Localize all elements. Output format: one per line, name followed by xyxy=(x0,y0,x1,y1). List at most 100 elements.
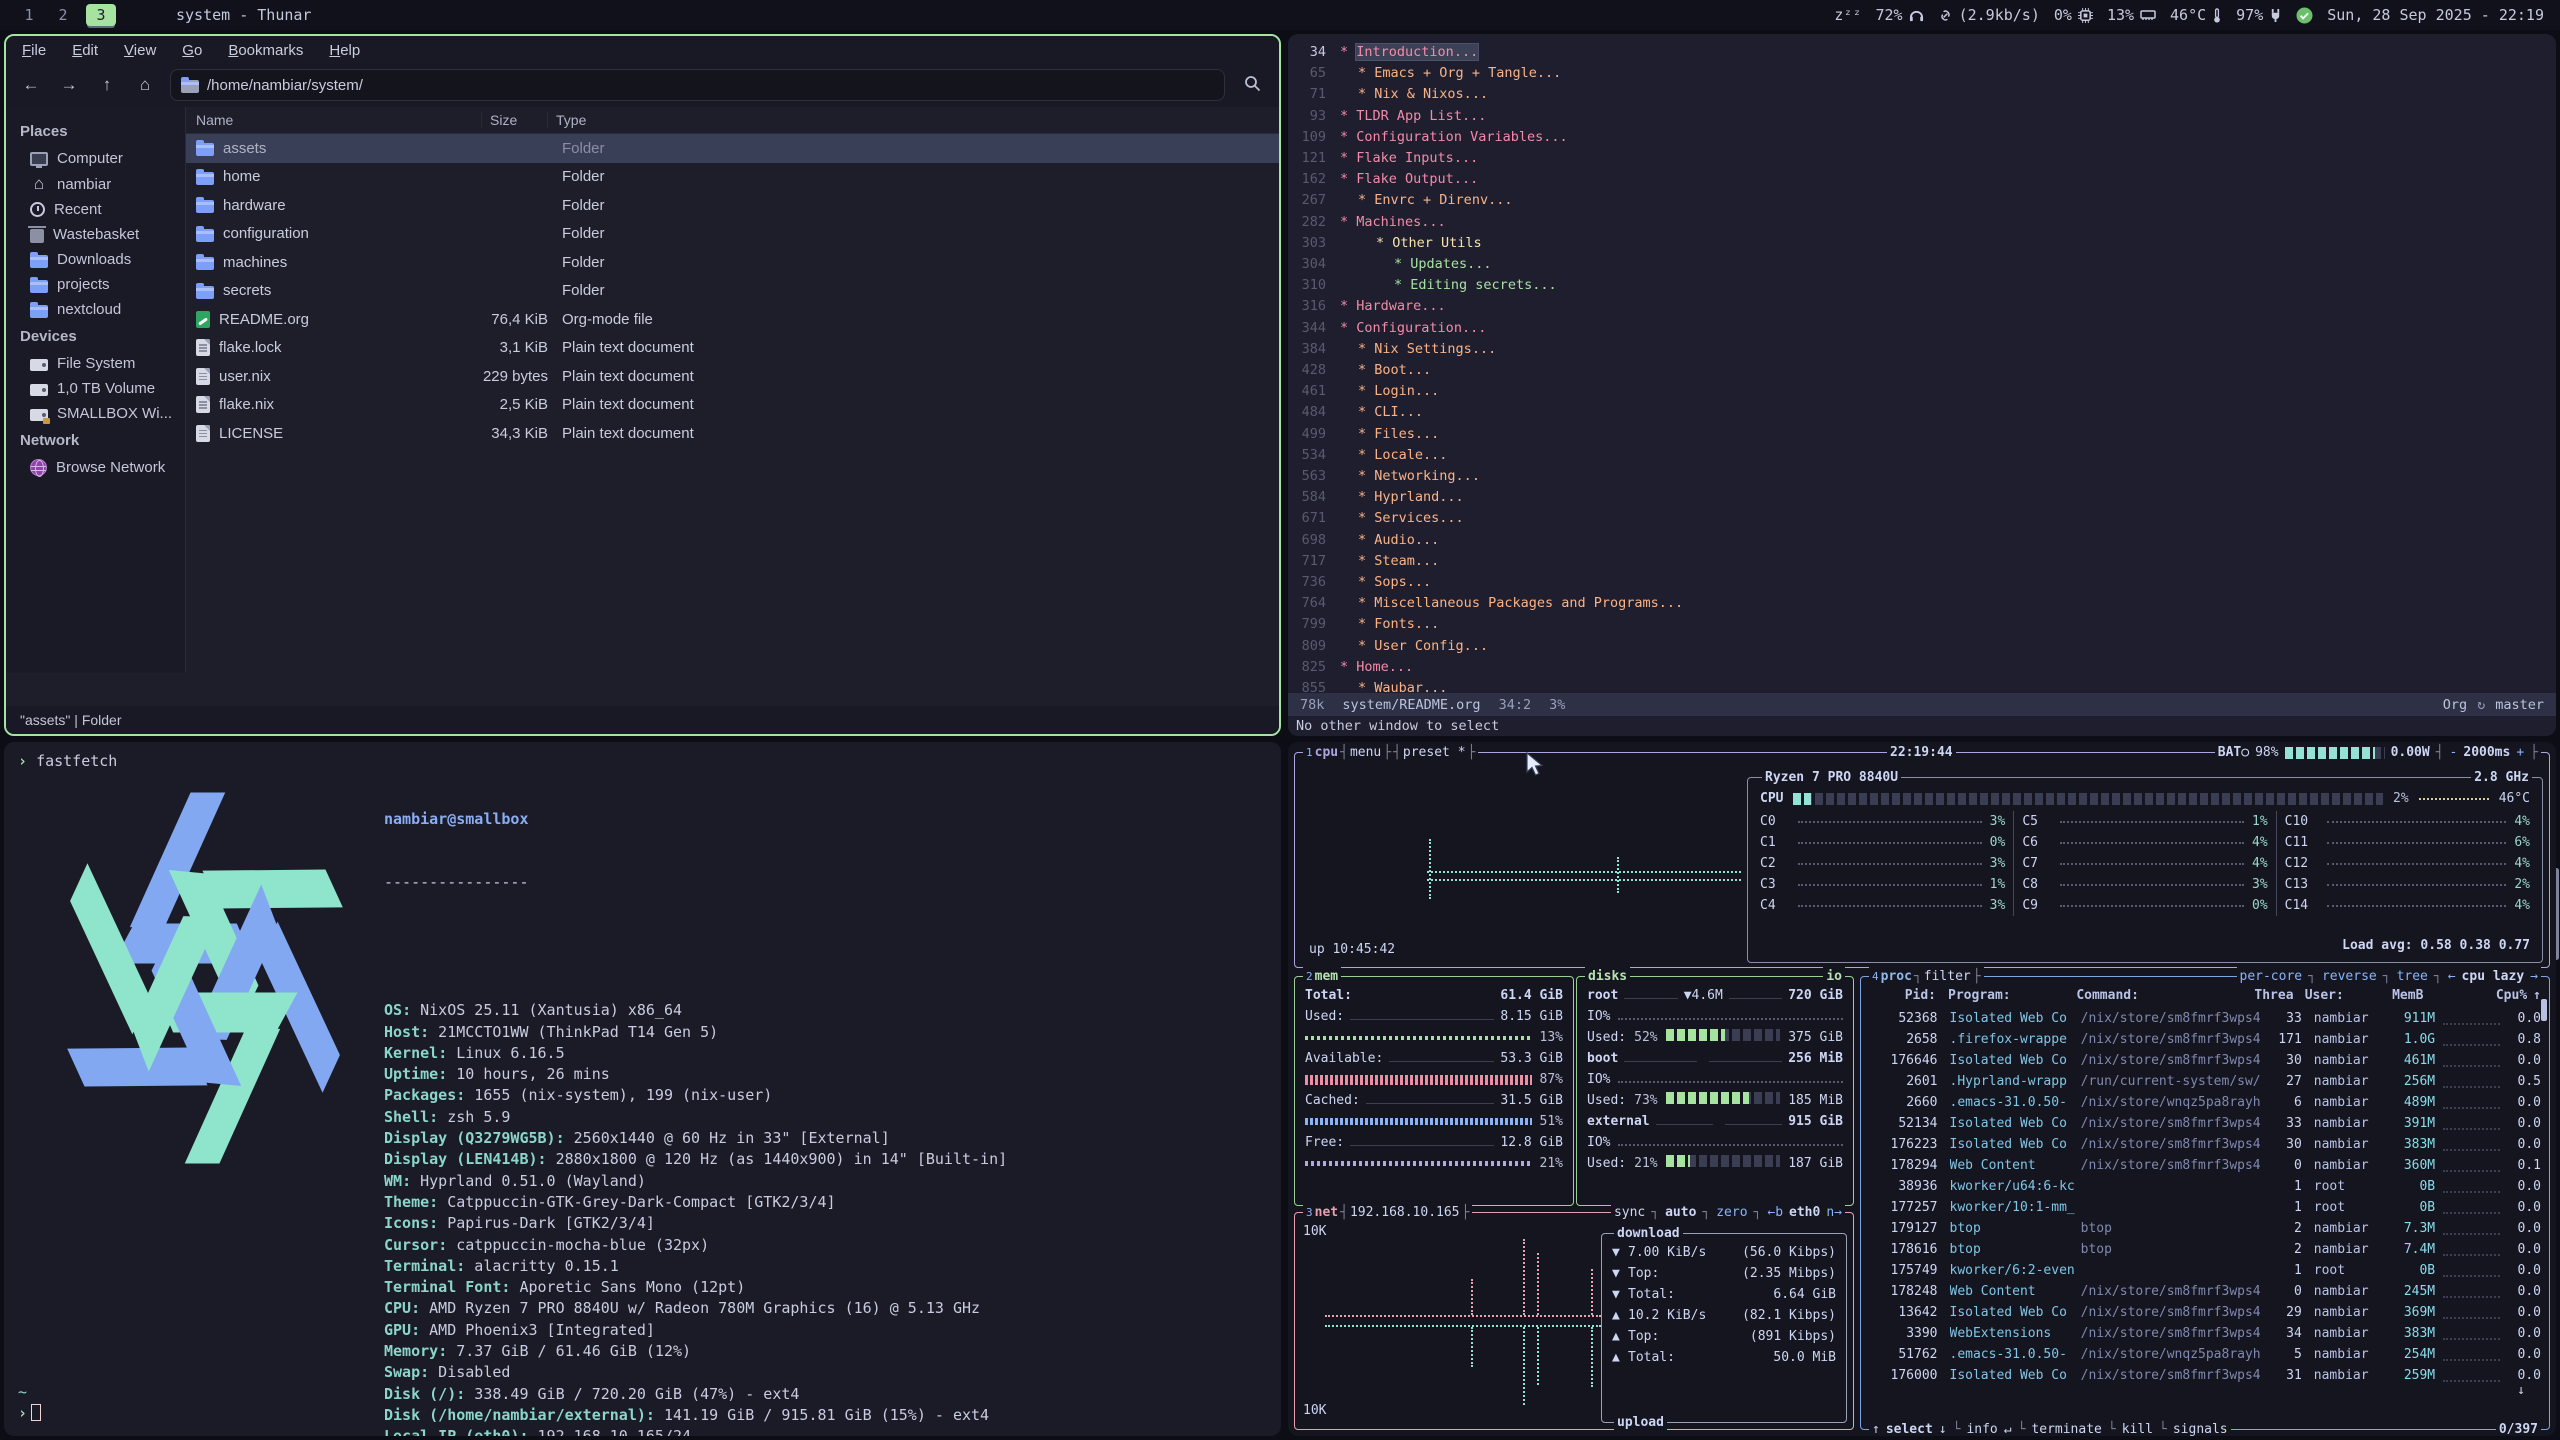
preset-button[interactable]: preset * xyxy=(1403,742,1466,763)
percore-button[interactable]: per-core xyxy=(2240,966,2303,987)
menu-item[interactable]: File xyxy=(22,42,46,59)
org-heading-line: 267 * Envrc + Direnv... xyxy=(1288,190,2556,211)
file-row[interactable]: flake.nix 2,5 KiB Plain text document xyxy=(186,391,1279,420)
header-user[interactable]: User: xyxy=(2305,985,2374,1006)
sidebar-item[interactable]: Downloads xyxy=(20,247,185,272)
process-row[interactable]: 176646 Isolated Web Co /nix/store/sm8fmr… xyxy=(1861,1050,2549,1071)
header-command[interactable]: Command: xyxy=(2076,985,2254,1006)
net-zero-button[interactable]: zero xyxy=(1716,1202,1747,1223)
process-row[interactable]: 177257 kworker/10:1-mm_ 1 root 0B 0.0 xyxy=(1861,1197,2549,1218)
tree-button[interactable]: tree xyxy=(2397,966,2428,987)
process-row[interactable]: 52368 Isolated Web Co /nix/store/sm8fmrf… xyxy=(1861,1008,2549,1029)
up-button[interactable]: ↑ xyxy=(94,75,120,95)
header-mem[interactable]: MemB xyxy=(2374,985,2424,1006)
back-button[interactable]: ← xyxy=(18,75,44,95)
sort-left-button[interactable]: ← xyxy=(2448,966,2456,987)
kill-action[interactable]: kill xyxy=(2122,1419,2153,1436)
network-link-icon[interactable] xyxy=(1938,8,1953,23)
column-type[interactable]: Type xyxy=(548,112,586,128)
sort-right-button[interactable]: → xyxy=(2530,966,2538,987)
file-row[interactable]: LICENSE 34,3 KiB Plain text document xyxy=(186,419,1279,448)
sidebar-item[interactable]: Browse Network xyxy=(20,455,185,480)
menu-item[interactable]: Bookmarks xyxy=(228,42,303,59)
process-row[interactable]: 179127 btop btop 2 nambiar 7.3M 0.0 xyxy=(1861,1218,2549,1239)
sidebar-item[interactable]: File System xyxy=(20,351,185,376)
process-row[interactable]: 13642 Isolated Web Co /nix/store/sm8fmrf… xyxy=(1861,1302,2549,1323)
process-row[interactable]: 178616 btop btop 2 nambiar 7.4M 0.0 xyxy=(1861,1239,2549,1260)
column-size[interactable]: Size xyxy=(482,112,548,128)
workspace-1[interactable]: 1 xyxy=(12,4,46,26)
core-row: C144% xyxy=(2285,895,2530,916)
disk-entry: boot256 MiB IO% Used:73%185 MiB xyxy=(1577,1048,1853,1111)
menu-button[interactable]: menu xyxy=(1350,742,1381,763)
process-row[interactable]: 2660 .emacs-31.0.50- /nix/store/wnqz5pa8… xyxy=(1861,1092,2549,1113)
process-row[interactable]: 2658 .firefox-wrappe /nix/store/sm8fmrf3… xyxy=(1861,1029,2549,1050)
terminate-action[interactable]: terminate xyxy=(2031,1419,2101,1436)
sidebar-item[interactable]: nextcloud xyxy=(20,297,185,322)
info-action[interactable]: info xyxy=(1966,1419,1997,1436)
filter-button[interactable]: filter xyxy=(1924,966,1971,987)
select-action[interactable]: select xyxy=(1886,1419,1933,1436)
forward-button[interactable]: → xyxy=(56,75,82,95)
file-icon xyxy=(196,229,214,242)
disks-io-label[interactable]: io xyxy=(1826,966,1842,987)
file-row[interactable]: README.org 76,4 KiB Org-mode file xyxy=(186,305,1279,334)
process-row[interactable]: 176223 Isolated Web Co /nix/store/sm8fmr… xyxy=(1861,1134,2549,1155)
path-text[interactable]: /home/nambiar/system/ xyxy=(207,77,363,94)
headphones-icon[interactable] xyxy=(1909,8,1924,23)
major-mode[interactable]: Org xyxy=(2443,697,2467,713)
interval-plus-button[interactable]: + xyxy=(2516,742,2524,763)
sidebar-item[interactable]: Computer xyxy=(20,146,185,171)
net-auto-button[interactable]: auto xyxy=(1665,1202,1696,1223)
sidebar-item[interactable]: SMALLBOX Wi... xyxy=(20,401,185,426)
process-row[interactable]: 38936 kworker/u64:6-kc 1 root 0B 0.0 xyxy=(1861,1176,2549,1197)
file-row[interactable]: home Folder xyxy=(186,163,1279,192)
column-name[interactable]: Name xyxy=(186,112,482,128)
process-row[interactable]: 176000 Isolated Web Co /nix/store/sm8fmr… xyxy=(1861,1365,2549,1386)
net-next-button[interactable]: n→ xyxy=(1826,1202,1842,1223)
menu-item[interactable]: View xyxy=(124,42,156,59)
file-row[interactable]: secrets Folder xyxy=(186,277,1279,306)
process-row[interactable]: 178248 Web Content /nix/store/sm8fmrf3wp… xyxy=(1861,1281,2549,1302)
sidebar-item[interactable]: ⌂ nambiar xyxy=(20,171,185,197)
net-prev-button[interactable]: ←b xyxy=(1767,1202,1783,1223)
sidebar-item[interactable]: projects xyxy=(20,272,185,297)
home-button[interactable]: ⌂ xyxy=(132,75,158,95)
file-row[interactable]: user.nix 229 bytes Plain text document xyxy=(186,362,1279,391)
idle-inhibit-icon[interactable]: zᶻᶻ xyxy=(1834,6,1861,24)
menu-item[interactable]: Go xyxy=(182,42,202,59)
path-bar[interactable]: /home/nambiar/system/ xyxy=(170,69,1225,101)
org-heading-line: 534 * Locale... xyxy=(1288,445,2556,466)
search-icon[interactable] xyxy=(1237,75,1267,96)
menu-item[interactable]: Help xyxy=(329,42,360,59)
file-row[interactable]: configuration Folder xyxy=(186,220,1279,249)
file-row[interactable]: machines Folder xyxy=(186,248,1279,277)
header-threads[interactable]: Threads: xyxy=(2254,985,2292,1006)
signals-action[interactable]: signals xyxy=(2173,1419,2228,1436)
header-cpu[interactable]: Cpu% xyxy=(2487,985,2527,1006)
process-row[interactable]: 2601 .Hyprland-wrapp /run/current-system… xyxy=(1861,1071,2549,1092)
header-pid[interactable]: Pid: xyxy=(1869,985,1936,1006)
sidebar-item[interactable]: Wastebasket xyxy=(20,222,185,247)
vc-branch-icon: ↻ xyxy=(2477,697,2485,713)
workspace-2[interactable]: 2 xyxy=(46,4,80,26)
process-row[interactable]: 3390 WebExtensions /nix/store/sm8fmrf3wp… xyxy=(1861,1323,2549,1344)
file-row[interactable]: hardware Folder xyxy=(186,191,1279,220)
interval-minus-button[interactable]: - xyxy=(2450,742,2458,763)
proc-scrollbar-thumb[interactable] xyxy=(2541,999,2547,1021)
process-row[interactable]: 175749 kworker/6:2-even 1 root 0B 0.0 xyxy=(1861,1260,2549,1281)
net-sync-button[interactable]: sync xyxy=(1614,1202,1645,1223)
clock-date[interactable]: Sun, 28 Sep 2025 - 22:19 xyxy=(2327,6,2544,24)
file-row[interactable]: flake.lock 3,1 KiB Plain text document xyxy=(186,334,1279,363)
updates-ok-icon[interactable] xyxy=(2296,7,2313,24)
file-row[interactable]: assets Folder xyxy=(186,134,1279,163)
process-row[interactable]: 178294 Web Content /nix/store/sm8fmrf3wp… xyxy=(1861,1155,2549,1176)
sidebar-item[interactable]: 1,0 TB Volume xyxy=(20,376,185,401)
sidebar-item[interactable]: Recent xyxy=(20,197,185,222)
menu-item[interactable]: Edit xyxy=(72,42,98,59)
process-row[interactable]: 51762 .emacs-31.0.50- /nix/store/wnqz5pa… xyxy=(1861,1344,2549,1365)
workspace-3-active[interactable]: 3 xyxy=(86,4,116,26)
reverse-button[interactable]: reverse xyxy=(2322,966,2377,987)
process-row[interactable]: 52134 Isolated Web Co /nix/store/sm8fmrf… xyxy=(1861,1113,2549,1134)
header-program[interactable]: Program: xyxy=(1948,985,2076,1006)
